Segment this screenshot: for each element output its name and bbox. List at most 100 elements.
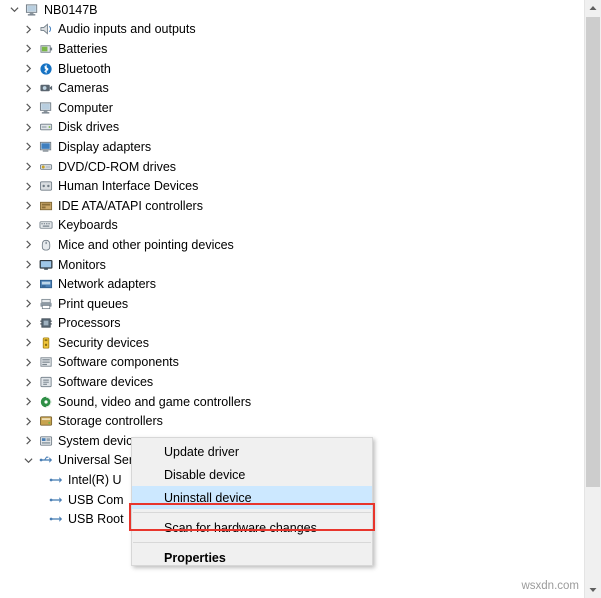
context-menu-separator-1 (133, 512, 371, 513)
chevron-right-icon[interactable] (19, 25, 37, 34)
chevron-right-icon[interactable] (19, 240, 37, 249)
chevron-right-icon[interactable] (19, 221, 37, 230)
tree-node-label: Mice and other pointing devices (58, 237, 234, 252)
context-menu-separator-2 (133, 542, 371, 543)
tree-node-label: Keyboards (58, 218, 118, 233)
tree-node-print-queues[interactable]: Print queues (0, 294, 580, 314)
tree-node-keyboards[interactable]: Keyboards (0, 216, 580, 236)
chevron-right-icon[interactable] (19, 103, 37, 112)
context-menu-item-scan-hardware-changes[interactable]: Scan for hardware changes (132, 516, 372, 539)
tree-node-audio-inputs-and-outputs[interactable]: Audio inputs and outputs (0, 20, 580, 40)
tree-node-label: Processors (58, 316, 121, 331)
chevron-right-icon[interactable] (19, 358, 37, 367)
tree-node-label: DVD/CD-ROM drives (58, 159, 177, 174)
usb-device-icon (47, 472, 65, 488)
chevron-right-icon[interactable] (19, 44, 37, 53)
computer-icon (37, 100, 55, 116)
usb-controller-icon (37, 452, 55, 468)
tree-node-label: Sound, video and game controllers (58, 394, 252, 409)
chevron-right-icon[interactable] (19, 64, 37, 73)
tree-node-processors[interactable]: Processors (0, 314, 580, 334)
disk-drive-icon (37, 119, 55, 135)
tree-node-computer[interactable]: Computer (0, 98, 580, 118)
chevron-right-icon[interactable] (19, 162, 37, 171)
keyboard-icon (37, 217, 55, 233)
network-adapter-icon (37, 276, 55, 292)
tree-node-label: Computer (58, 100, 113, 115)
tree-node-label: Storage controllers (58, 414, 163, 429)
tree-node-display-adapters[interactable]: Display adapters (0, 137, 580, 157)
context-menu[interactable]: Update driver Disable device Uninstall d… (131, 437, 373, 566)
software-component-icon (37, 354, 55, 370)
tree-node-dvd-cd-rom-drives[interactable]: DVD/CD-ROM drives (0, 157, 580, 177)
tree-node-label: Cameras (58, 81, 109, 96)
context-menu-item-disable-device[interactable]: Disable device (132, 463, 372, 486)
tree-node-bluetooth[interactable]: Bluetooth (0, 59, 580, 79)
chevron-right-icon[interactable] (19, 397, 37, 406)
context-menu-item-uninstall-device[interactable]: Uninstall device (132, 486, 372, 509)
chevron-right-icon[interactable] (19, 84, 37, 93)
storage-controller-icon (37, 413, 55, 429)
tree-node-label: NB0147B (44, 2, 98, 17)
tree-node-label: IDE ATA/ATAPI controllers (58, 198, 203, 213)
chevron-down-icon[interactable] (19, 456, 37, 465)
bluetooth-icon (37, 61, 55, 77)
tree-node-software-components[interactable]: Software components (0, 353, 580, 373)
tree-node-security-devices[interactable]: Security devices (0, 333, 580, 353)
tree-node-label: Software devices (58, 375, 154, 390)
scroll-up-arrow-icon[interactable] (585, 0, 601, 16)
device-manager-window: NB0147B Audio inputs and outputs Batterie… (0, 0, 601, 598)
tree-node-network-adapters[interactable]: Network adapters (0, 274, 580, 294)
printer-icon (37, 296, 55, 312)
mouse-icon (37, 237, 55, 253)
tree-node-storage-controllers[interactable]: Storage controllers (0, 411, 580, 431)
tree-node-label: Disk drives (58, 120, 120, 135)
chevron-right-icon[interactable] (19, 182, 37, 191)
tree-node-software-devices[interactable]: Software devices (0, 372, 580, 392)
watermark: wsxdn.com (521, 580, 579, 592)
context-menu-item-update-driver[interactable]: Update driver (132, 440, 372, 463)
tree-node-label: USB Root (68, 512, 124, 527)
tree-node-ide-ata-atapi-controllers[interactable]: IDE ATA/ATAPI controllers (0, 196, 580, 216)
tree-node-disk-drives[interactable]: Disk drives (0, 118, 580, 138)
tree-node-cameras[interactable]: Cameras (0, 78, 580, 98)
usb-device-icon (47, 492, 65, 508)
tree-node-label: Bluetooth (58, 61, 111, 76)
context-menu-item-properties[interactable]: Properties (132, 546, 372, 569)
tree-node-label: USB Com (68, 492, 124, 507)
software-device-icon (37, 374, 55, 390)
tree-node-label: Intel(R) U (68, 473, 122, 488)
monitor-icon (37, 257, 55, 273)
battery-icon (37, 41, 55, 57)
chevron-right-icon[interactable] (19, 260, 37, 269)
chevron-right-icon[interactable] (19, 280, 37, 289)
chevron-right-icon[interactable] (19, 417, 37, 426)
tree-node-batteries[interactable]: Batteries (0, 39, 580, 59)
vertical-scrollbar[interactable] (584, 0, 601, 598)
tree-node-root[interactable]: NB0147B (0, 0, 580, 20)
tree-node-label: Print queues (58, 296, 129, 311)
chevron-right-icon[interactable] (19, 338, 37, 347)
speaker-icon (37, 21, 55, 37)
chevron-right-icon[interactable] (19, 299, 37, 308)
tree-node-monitors[interactable]: Monitors (0, 255, 580, 275)
chevron-right-icon[interactable] (19, 319, 37, 328)
chevron-right-icon[interactable] (19, 436, 37, 445)
tree-node-sound-video-and-game-controllers[interactable]: Sound, video and game controllers (0, 392, 580, 412)
hid-icon (37, 178, 55, 194)
chevron-right-icon[interactable] (19, 123, 37, 132)
tree-node-label: Human Interface Devices (58, 179, 199, 194)
tree-node-label: Batteries (58, 41, 108, 56)
tree-node-human-interface-devices[interactable]: Human Interface Devices (0, 176, 580, 196)
chevron-right-icon[interactable] (19, 201, 37, 210)
scrollbar-thumb[interactable] (586, 17, 600, 487)
chevron-right-icon[interactable] (19, 378, 37, 387)
scroll-down-arrow-icon[interactable] (585, 582, 601, 598)
tree-node-label: Audio inputs and outputs (58, 22, 196, 37)
tree-node-mice-and-other-pointing-devices[interactable]: Mice and other pointing devices (0, 235, 580, 255)
chevron-down-icon[interactable] (5, 5, 23, 14)
usb-device-icon (47, 511, 65, 527)
security-device-icon (37, 335, 55, 351)
ide-controller-icon (37, 198, 55, 214)
chevron-right-icon[interactable] (19, 142, 37, 151)
